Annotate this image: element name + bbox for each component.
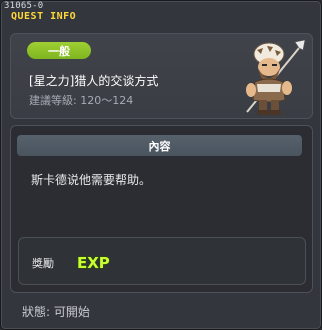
quest-summary-card: 一般 [星之力]猎人的交谈方式 建議等級: 120～124 (10, 33, 313, 119)
content-section-header: 內容 (17, 135, 302, 156)
quest-content-panel: 內容 斯卡德说他需要帮助。 獎勵 EXP (10, 125, 313, 293)
quest-id: 31065-0 (4, 1, 44, 11)
quest-info-window: 31065-0 QUEST INFO 一般 [星之力]猎人的交谈方式 建議等級:… (0, 0, 322, 330)
quest-status: 狀態: 可開始 (22, 305, 90, 319)
exp-icon: EXP (76, 253, 110, 272)
quest-description: 斯卡德说他需要帮助。 (31, 173, 152, 187)
reward-box: 獎勵 EXP (18, 237, 306, 285)
reward-label: 獎勵 (32, 257, 54, 270)
window-title: QUEST INFO (11, 11, 77, 22)
recommended-level: 建議等級: 120～124 (29, 94, 134, 107)
category-badge: 一般 (27, 42, 91, 59)
quest-title: [星之力]猎人的交谈方式 (29, 74, 159, 88)
exp-icon-text: EXP (77, 254, 110, 272)
hunter-npc-icon (246, 39, 306, 115)
